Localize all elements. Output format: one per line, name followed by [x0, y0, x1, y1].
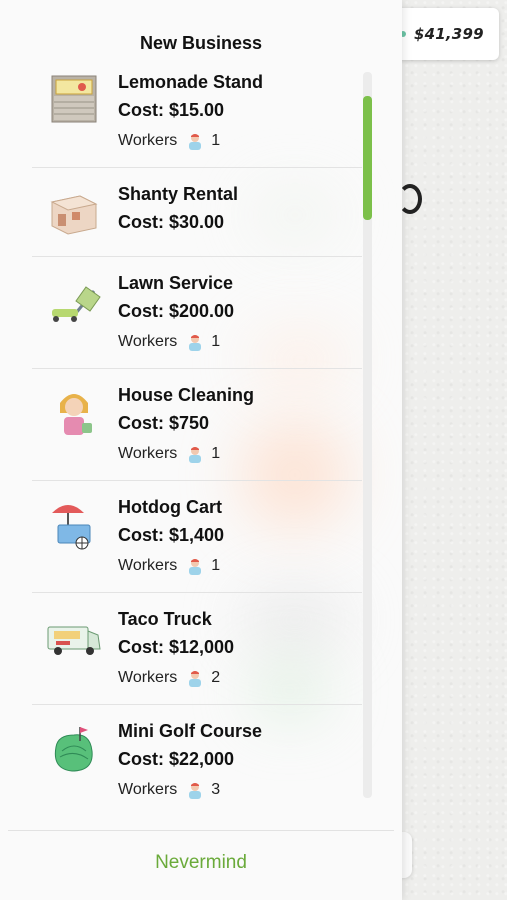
business-row-lawn-service[interactable]: Lawn Service Cost: $200.00 Workers 1 — [32, 256, 362, 368]
lemonade-stand-icon — [51, 75, 97, 123]
business-cost: Cost: $30.00 — [118, 212, 225, 232]
business-name: Lawn Service — [118, 273, 234, 293]
workers-count: 1 — [211, 132, 221, 149]
business-cost: Cost: $12,000 — [118, 637, 235, 657]
shanty-icon — [50, 195, 98, 235]
business-row-hotdog-cart[interactable]: Hotdog Cart Cost: $1,400 Workers 1 — [32, 480, 362, 592]
business-row-mini-golf-course[interactable]: Mini Golf Course Cost: $22,000 Workers 3 — [32, 704, 362, 800]
workers-count: 1 — [211, 445, 221, 462]
business-row-lemonade-stand[interactable]: Lemonade Stand Cost: $15.00 Workers 1 — [32, 62, 362, 167]
panel-title: New Business — [139, 33, 263, 53]
business-row-taco-truck[interactable]: Taco Truck Cost: $12,000 Workers 2 — [32, 592, 362, 704]
money-display[interactable]: $41,399 — [396, 8, 499, 60]
lawn-mower-icon — [52, 286, 101, 322]
business-workers: Workers 2 — [118, 669, 220, 687]
workers-count: 2 — [211, 669, 221, 686]
workers-label: Workers — [118, 132, 178, 149]
business-row-shanty-rental[interactable]: Shanty Rental Cost: $30.00 — [32, 167, 362, 256]
business-name: Hotdog Cart — [118, 497, 222, 517]
worker-icon — [189, 671, 202, 687]
workers-count: 1 — [211, 333, 221, 350]
workers-count: 3 — [211, 781, 221, 798]
business-row-house-cleaning[interactable]: House Cleaning Cost: $750 Workers 1 — [32, 368, 362, 480]
workers-label: Workers — [118, 557, 178, 574]
business-cost: Cost: $22,000 — [118, 749, 235, 769]
workers-label: Workers — [118, 781, 178, 798]
business-cost: Cost: $15.00 — [118, 100, 225, 120]
business-workers: Workers 1 — [118, 445, 220, 463]
mini-golf-icon — [54, 727, 93, 772]
business-workers: Workers 1 — [118, 333, 220, 351]
workers-label: Workers — [118, 333, 178, 350]
hotdog-cart-icon — [52, 505, 91, 550]
new-business-panel: New Business Lemonade Stand Cost: $15.00… — [0, 0, 402, 900]
worker-icon — [189, 134, 202, 150]
worker-icon — [189, 559, 202, 575]
workers-count: 1 — [211, 557, 221, 574]
workers-label: Workers — [118, 669, 178, 686]
business-name: Taco Truck — [118, 609, 212, 629]
scrollbar-track[interactable] — [363, 72, 372, 798]
worker-icon — [189, 447, 202, 463]
taco-truck-icon — [47, 626, 101, 655]
nevermind-button[interactable]: Nevermind — [0, 852, 402, 874]
footer-divider — [8, 830, 394, 831]
business-name: Mini Golf Course — [118, 721, 262, 741]
business-workers: Workers 1 — [118, 132, 220, 150]
house-cleaner-icon — [60, 394, 92, 435]
scrollbar-thumb[interactable] — [363, 96, 372, 220]
business-name: Shanty Rental — [118, 184, 239, 204]
business-cost: Cost: $750 — [118, 413, 210, 433]
workers-label: Workers — [118, 445, 178, 462]
worker-icon — [189, 783, 202, 799]
business-workers: Workers 3 — [118, 781, 220, 799]
money-amount: $41,399 — [414, 25, 484, 43]
business-cost: Cost: $200.00 — [118, 301, 235, 321]
business-name: House Cleaning — [118, 385, 255, 405]
business-name: Lemonade Stand — [118, 72, 264, 92]
business-cost: Cost: $1,400 — [118, 525, 225, 545]
business-workers: Workers 1 — [118, 557, 220, 575]
worker-icon — [189, 335, 202, 351]
business-list[interactable]: Lemonade Stand Cost: $15.00 Workers 1 Sh… — [32, 62, 362, 800]
